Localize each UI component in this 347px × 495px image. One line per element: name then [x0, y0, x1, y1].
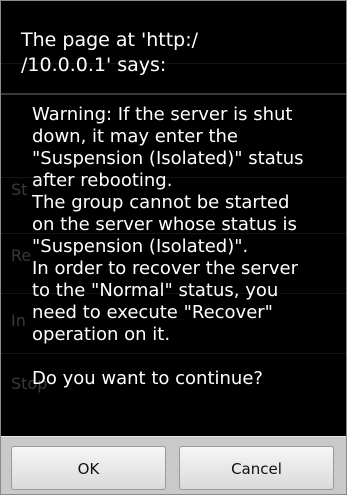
dialog-message: Warning: If the server is shut down, it … [32, 104, 304, 389]
dialog-button-bar: OK Cancel [1, 436, 346, 494]
ghost-label: In [11, 311, 26, 330]
ok-button[interactable]: OK [11, 446, 166, 490]
dialog-title: The page at 'http:/ /10.0.0.1' says: [21, 29, 199, 76]
ghost-label: Re [11, 246, 32, 265]
cancel-button[interactable]: Cancel [179, 446, 334, 490]
ghost-label: St [11, 180, 28, 199]
title-divider [1, 93, 346, 95]
alert-dialog: St Re In Stop The page at 'http:/ /10.0.… [0, 0, 347, 495]
